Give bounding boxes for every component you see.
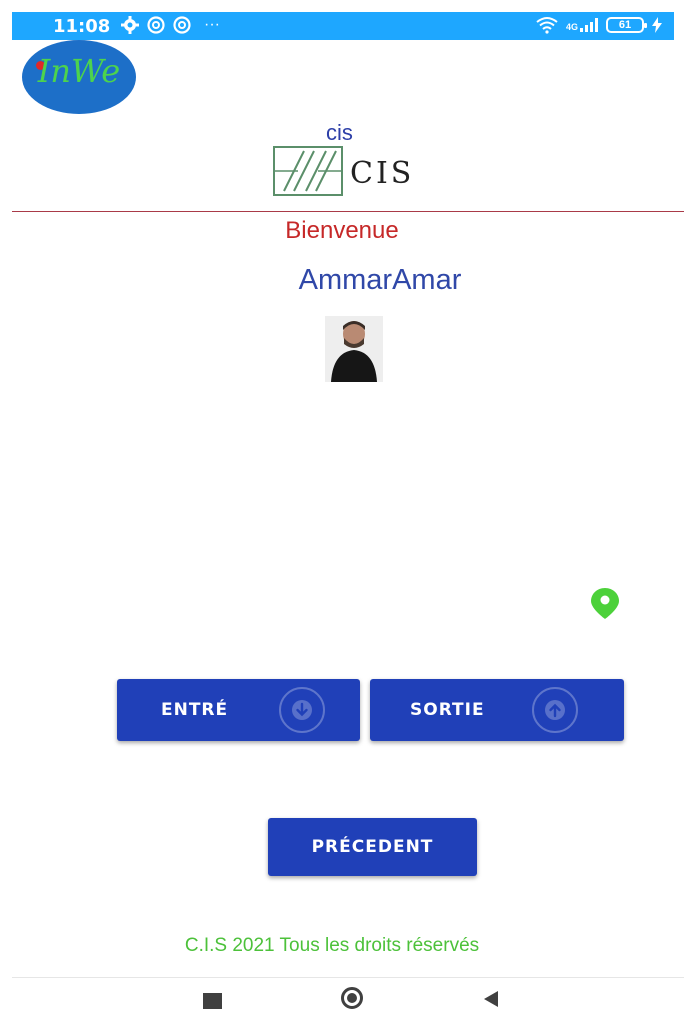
header-divider — [12, 211, 684, 212]
entry-button-label: ENTRÉ — [161, 700, 229, 720]
sync-icon — [147, 16, 165, 34]
wifi-icon — [536, 17, 558, 34]
company-label: cis — [326, 120, 353, 145]
entry-button[interactable]: ENTRÉ — [117, 679, 360, 741]
avatar — [325, 316, 383, 382]
status-bar: 11:08 ··· 4G 61 — [12, 12, 674, 40]
charging-icon — [652, 17, 662, 33]
more-notifications-icon: ··· — [204, 16, 220, 33]
cellular-signal-icon — [580, 18, 598, 32]
arrow-down-circle-icon — [279, 687, 325, 733]
previous-button-label: PRÉCEDENT — [311, 837, 434, 857]
previous-button[interactable]: PRÉCEDENT — [268, 818, 477, 876]
company-logo-text: CIS — [350, 156, 415, 191]
exit-button-label: SORTIE — [410, 700, 485, 720]
inwe-logo-text: InWe — [37, 52, 121, 90]
network-type-label: 4G — [565, 22, 578, 32]
arrow-up-circle-icon — [532, 687, 578, 733]
nav-divider — [12, 977, 684, 978]
signal-indicator: 4G — [566, 18, 598, 32]
avatar-photo — [325, 316, 383, 382]
exit-button[interactable]: SORTIE — [370, 679, 624, 741]
recent-apps-icon[interactable] — [203, 993, 222, 1009]
battery-indicator: 61 — [606, 17, 647, 33]
status-time: 11:08 — [53, 16, 111, 37]
gear-icon — [121, 16, 139, 34]
inwe-logo: InWe — [22, 40, 136, 114]
sync-icon-2 — [173, 16, 191, 34]
copyright-footer: C.I.S 2021 Tous les droits réservés — [184, 935, 480, 956]
back-icon[interactable] — [484, 991, 498, 1007]
cis-logo-mark-icon — [273, 146, 343, 196]
location-pin-icon[interactable] — [588, 586, 622, 620]
home-icon[interactable] — [341, 987, 363, 1009]
welcome-title: Bienvenue — [285, 217, 399, 244]
system-nav-bar — [0, 980, 684, 1013]
username: AmmarAmar — [298, 264, 462, 296]
status-icons-left: ··· — [120, 15, 220, 35]
status-icons-right: 4G 61 — [536, 16, 662, 34]
